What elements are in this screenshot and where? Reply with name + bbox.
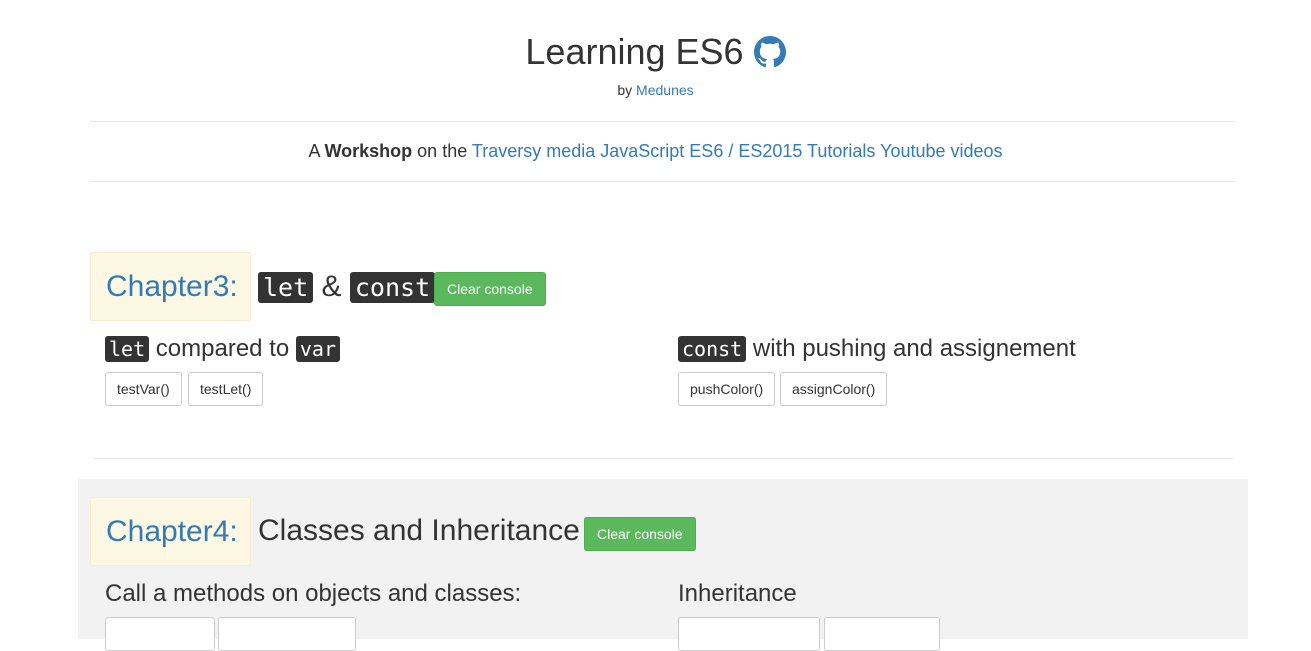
inheritance-title: Inheritance bbox=[678, 580, 797, 607]
github-icon[interactable] bbox=[753, 36, 786, 68]
button[interactable] bbox=[678, 617, 820, 651]
author-link[interactable]: Medunes bbox=[636, 82, 694, 98]
let-vs-var-title: let compared to var bbox=[105, 334, 340, 364]
methods-title: Call a methods on objects and classes: bbox=[105, 580, 522, 607]
amp: & bbox=[321, 270, 342, 303]
page-title: Learning ES6 bbox=[525, 31, 744, 72]
assign-color-button[interactable]: assignColor() bbox=[780, 372, 888, 406]
button[interactable] bbox=[824, 617, 940, 651]
button[interactable] bbox=[105, 617, 215, 651]
const-title: const with pushing and assignement bbox=[678, 334, 1076, 364]
subtitle-text: with pushing and assignement bbox=[752, 335, 1076, 362]
chapter3-badge: Chapter3: bbox=[90, 252, 251, 321]
tagline: A Workshop on the Traversy media JavaScr… bbox=[0, 140, 1311, 162]
tagline-bold: Workshop bbox=[324, 141, 413, 161]
chapter3-title: let & const bbox=[258, 269, 436, 306]
test-let-button[interactable]: testLet() bbox=[188, 372, 264, 406]
code-var: var bbox=[295, 336, 340, 362]
divider bbox=[90, 121, 1236, 122]
chapter4-badge: Chapter4: bbox=[90, 497, 251, 566]
page-header: Learning ES6 bbox=[0, 30, 1311, 74]
tagline-mid: on the bbox=[417, 141, 468, 161]
code-const: const bbox=[678, 336, 747, 362]
clear-console-button[interactable]: Clear console bbox=[434, 272, 546, 306]
tutorials-link[interactable]: Traversy media JavaScript ES6 / ES2015 T… bbox=[472, 141, 1003, 161]
test-var-button[interactable]: testVar() bbox=[105, 372, 182, 406]
code-const: const bbox=[349, 272, 436, 303]
push-color-button[interactable]: pushColor() bbox=[678, 372, 776, 406]
button[interactable] bbox=[218, 617, 356, 651]
clear-console-button[interactable]: Clear console bbox=[584, 517, 696, 551]
chapter4-title: Classes and Inheritance bbox=[258, 514, 580, 547]
tagline-prefix: A bbox=[308, 141, 320, 161]
subtitle-text: compared to bbox=[155, 335, 290, 362]
byline: by Medunes bbox=[0, 81, 1311, 99]
chapter4-section bbox=[78, 479, 1248, 639]
by-prefix: by bbox=[617, 82, 633, 98]
code-let: let bbox=[105, 336, 150, 362]
code-let: let bbox=[258, 272, 314, 303]
divider bbox=[90, 181, 1236, 182]
divider bbox=[93, 458, 1233, 459]
